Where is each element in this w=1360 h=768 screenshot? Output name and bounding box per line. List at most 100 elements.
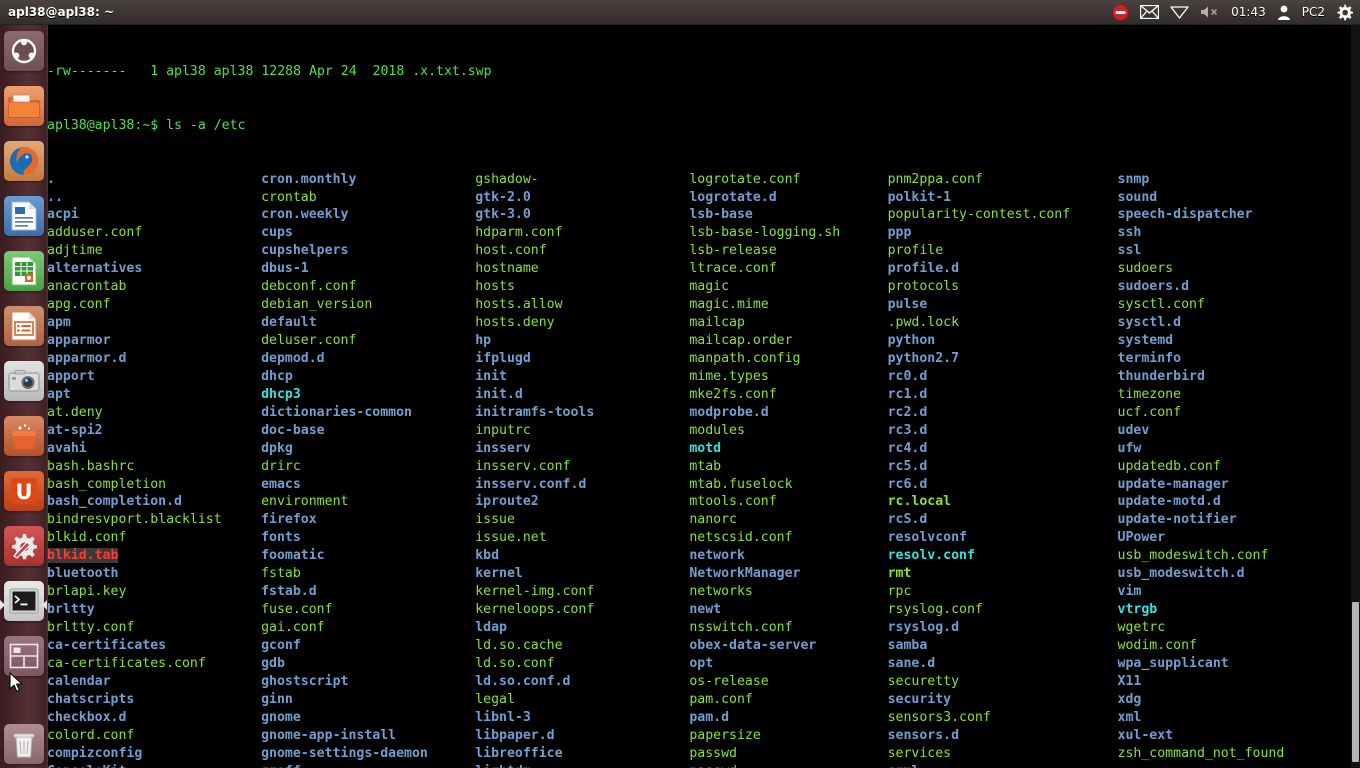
listing-cell: vtrgb [1118,601,1158,619]
wifi-icon[interactable] [1170,0,1189,24]
listing-cell: init.d [475,386,689,404]
listing-entry: hosts.deny [475,315,555,331]
listing-entry: ConsoleKit [47,764,126,768]
ubuntu-dash-icon[interactable] [4,31,44,71]
listing-cell: environment [261,493,475,511]
shotwell-icon[interactable] [4,361,44,401]
listing-entry: sgml [888,764,920,768]
listing-entry: init [475,368,507,384]
listing-entry: nanorc [689,512,737,528]
listing-cell: mailcap [689,314,887,332]
listing-cell: vim [1118,583,1142,601]
listing-cell: bash_completion.d [47,493,261,511]
system-settings-icon[interactable] [4,526,44,566]
listing-entry: network [689,548,745,564]
listing-entry: modules [689,422,745,438]
listing-cell: iproute2 [475,493,689,511]
listing-entry: magic [689,279,730,295]
listing-entry: deluser.conf [261,333,357,349]
listing-entry: doc-base [261,422,325,438]
listing-row: chatscripts ginn legal pam.conf security xdg [47,691,1360,709]
listing-cell: rc5.d [888,458,1118,476]
listing-entry: dhcp3 [261,386,301,402]
listing-row: apg.conf debian_version hosts.allow magic.m… [47,296,1360,314]
listing-cell: X11 [1118,673,1142,691]
workspace-switcher-icon[interactable] [4,636,44,676]
listing-row: apport dhcp init mime.types rc0.d thunderbird [47,368,1360,386]
listing-cell: insserv.conf.d [475,476,689,494]
trash-icon[interactable] [4,724,44,764]
listing-entry: rsyslog.d [887,620,960,636]
listing-cell: dpkg [261,440,475,458]
scrollbar-thumb[interactable] [1352,602,1359,762]
listing-entry: depmod.d [261,350,325,366]
listing-cell: libreoffice [475,745,689,763]
listing-entry: apparmor.d [47,350,127,366]
listing-cell: gnome-settings-daemon [261,745,475,763]
listing-entry: apg.conf [47,297,111,313]
envelope-icon[interactable] [1140,0,1160,24]
listing-cell: ssh [1118,224,1142,242]
listing-entry: bluetooth [47,566,119,582]
ubuntu-software-center-icon[interactable] [4,416,44,456]
listing-entry: legal [475,691,515,707]
libreoffice-calc-icon[interactable] [4,251,44,291]
listing-entry: blkid.conf [47,530,127,546]
listing-entry: firefox [261,512,317,528]
listing-cell: opt [689,655,887,673]
unity-launcher: U [0,24,48,768]
listing-cell: rc.local [888,493,1118,511]
listing-row: adduser.conf cups hdparm.conf lsb-base-logg… [47,224,1360,242]
listing-entry: gshadow- [475,171,539,187]
listing-cell: groff [261,763,475,768]
listing-cell: pnm2ppa.conf [888,171,1118,189]
volume-muted-icon[interactable] [1200,0,1220,24]
listing-entry: .. [47,189,63,205]
listing-entry: rc6.d [887,476,928,492]
listing-entry: debian_version [261,297,373,313]
listing-entry: lsb-release [689,243,777,259]
listing-cell: papersize [689,727,887,745]
listing-cell: cron.monthly [261,171,475,189]
ubuntu-one-icon[interactable]: U [4,471,44,511]
libreoffice-impress-icon[interactable] [4,306,44,346]
listing-cell: cupshelpers [261,242,475,260]
listing-cell: hosts.allow [475,296,689,314]
listing-entry: xml [1117,709,1142,725]
session-user-name[interactable]: PC2 [1302,0,1325,24]
listing-cell: ghostscript [261,673,475,691]
clock[interactable]: 01:43 [1231,0,1266,24]
gear-icon[interactable] [1336,0,1353,24]
listing-cell: compizconfig [47,745,261,763]
listing-entry: ifplugd [475,350,531,366]
top-panel: apl38@apl38: ~ 01:43 PC2 [0,0,1360,25]
listing-cell: rsyslog.d [888,619,1118,637]
firefox-icon[interactable] [4,141,44,181]
libreoffice-writer-icon[interactable] [4,196,44,236]
listing-entry: wpa_supplicant [1117,655,1229,671]
listing-entry: . [47,171,55,187]
listing-cell: resolv.conf [888,547,1118,565]
listing-entry: pulse [887,297,928,313]
listing-cell: ConsoleKit [47,763,261,768]
listing-cell: default [261,314,475,332]
listing-entry: sudoers [1117,261,1174,277]
do-not-disturb-icon[interactable] [1112,0,1130,24]
listing-cell: mke2fs.conf [689,386,887,404]
terminal-scrollbar[interactable] [1351,24,1360,768]
listing-cell: kerneloops.conf [475,601,689,619]
listing-cell: speech-dispatcher [1118,206,1253,224]
files-icon[interactable] [4,86,44,126]
terminal-icon[interactable] [4,581,44,621]
terminal-window[interactable]: -rw------- 1 apl38 apl38 12288 Apr 24 20… [40,24,1360,768]
listing-entry: libreoffice [475,745,563,761]
listing-row: apparmor deluser.conf hp mailcap.order pytho… [47,332,1360,350]
user-icon[interactable] [1277,0,1291,24]
listing-row: brltty.conf gai.conf ldap nsswitch.conf rsys… [47,619,1360,637]
listing-cell: apt [47,386,261,404]
listing-entry: groff [261,764,301,768]
listing-cell: ld.so.conf [475,655,689,673]
listing-cell: rcS.d [888,511,1118,529]
listing-cell: wgetrc [1118,619,1166,637]
listing-cell: gshadow- [475,171,689,189]
